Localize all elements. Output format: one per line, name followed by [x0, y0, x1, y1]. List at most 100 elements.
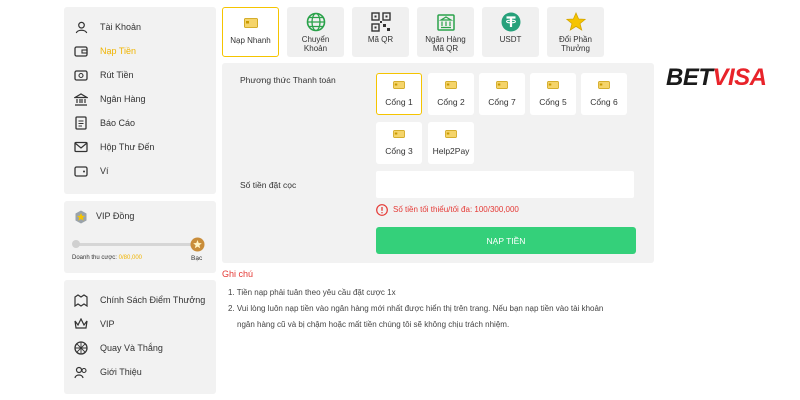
card-icon — [393, 130, 405, 138]
report-icon — [74, 116, 88, 130]
crown-icon — [74, 317, 88, 331]
amount-hint: Số tiền tối thiểu/tối đa: 100/300,000 — [376, 203, 519, 216]
gate-label: Cổng 2 — [437, 97, 465, 107]
deposit-submit-button[interactable]: NẠP TIỀN — [376, 227, 636, 254]
purse-icon — [74, 164, 88, 178]
amount-input[interactable] — [376, 171, 634, 198]
betvisa-logo: BETVISA — [666, 64, 767, 92]
tab-quick-deposit[interactable]: Nạp Nhanh — [222, 7, 279, 57]
menu-item-referral[interactable]: Giới Thiệu — [74, 361, 142, 383]
card-icon — [445, 130, 457, 138]
logo-part-bet: BET — [666, 64, 713, 91]
payment-method-label: Phương thức Thanh toán — [240, 75, 336, 85]
amount-hint-text: Số tiền tối thiểu/tối đa: 100/300,000 — [393, 204, 519, 214]
menu-item-account[interactable]: Tài Khoản — [74, 16, 141, 38]
tab-qr-code[interactable]: Mã QR — [352, 7, 409, 57]
note-item-1: 1. Tiền nạp phải tuân theo yêu cầu đặt c… — [228, 288, 396, 297]
menu-label: Giới Thiệu — [100, 367, 142, 377]
tab-label: Nạp Nhanh — [230, 36, 271, 45]
vip-revenue-value: 0/80,000 — [118, 255, 143, 261]
gate-label: Help2Pay — [432, 146, 470, 156]
menu-item-vip[interactable]: VIP — [74, 313, 115, 335]
menu-item-inbox[interactable]: Hộp Thư Đến — [74, 136, 154, 158]
menu-label: Báo Cáo — [100, 118, 136, 128]
menu-label: Nạp Tiền — [100, 46, 137, 56]
vip-revenue: Doanh thu cược: 0/80,000 — [72, 255, 142, 261]
menu-label: Tài Khoản — [100, 22, 142, 32]
tab-label: Mã QR — [367, 35, 394, 44]
logo-part-visa: VISA — [712, 64, 768, 91]
menu-label: Chính Sách Điểm Thưởng — [100, 295, 206, 305]
menu-item-report[interactable]: Báo Cáo — [74, 112, 135, 134]
withdraw-icon — [74, 68, 88, 82]
card-icon — [393, 81, 405, 89]
deposit-submit-label: NẠP TIỀN — [486, 235, 526, 246]
account-menu-panel: Tài Khoản Nạp Tiền Rút Tiền Ngân Hàng Bá… — [64, 7, 216, 194]
globe-icon — [306, 12, 326, 32]
error-icon — [376, 203, 388, 216]
policy-icon — [74, 293, 88, 307]
tab-redeem-reward[interactable]: Đổi Phần Thưởng — [547, 7, 604, 57]
gate-option-3[interactable]: Cổng 3 — [376, 122, 422, 164]
card-icon — [241, 13, 261, 33]
vip-progress-track — [74, 243, 198, 246]
bank-qr-icon — [436, 12, 456, 32]
amount-label: Số tiền đặt cọc — [240, 180, 297, 190]
star-icon — [565, 12, 586, 32]
tether-icon — [501, 12, 521, 32]
tab-label: Ngân Hàng Mã QR — [425, 35, 466, 53]
menu-item-spin-win[interactable]: Quay Và Thắng — [74, 337, 163, 359]
bank-icon — [74, 92, 88, 106]
card-icon — [445, 81, 457, 89]
gate-option-1[interactable]: Cổng 1 — [376, 73, 422, 115]
menu-label: Quay Và Thắng — [100, 343, 163, 353]
gate-option-help2pay[interactable]: Help2Pay — [428, 122, 474, 164]
card-icon — [496, 81, 508, 89]
menu-label: Rút Tiền — [100, 70, 134, 80]
tab-bank-qr[interactable]: Ngân Hàng Mã QR — [417, 7, 474, 57]
vip-level: VIP Đồng — [96, 211, 135, 221]
vip-progress-start-dot — [72, 240, 80, 248]
gate-label: Cổng 6 — [590, 97, 618, 107]
referral-icon — [74, 365, 88, 379]
card-icon — [598, 81, 610, 89]
card-icon — [547, 81, 559, 89]
gate-option-5[interactable]: Cổng 5 — [530, 73, 576, 115]
tab-label: Chuyển Khoản — [301, 35, 330, 53]
vip-panel: VIP Đồng Doanh thu cược: 0/80,000 Bạc — [64, 201, 216, 273]
user-icon — [74, 20, 88, 34]
inbox-icon — [74, 140, 88, 154]
menu-item-bank[interactable]: Ngân Hàng — [74, 88, 146, 110]
tab-transfer[interactable]: Chuyển Khoản — [287, 7, 344, 57]
gate-option-6[interactable]: Cổng 6 — [581, 73, 627, 115]
tab-label: USDT — [499, 35, 522, 44]
vip-badge-icon — [74, 210, 88, 224]
vip-next-level-icon — [190, 237, 205, 252]
menu-label: VIP — [100, 319, 115, 329]
gate-label: Cổng 1 — [385, 97, 413, 107]
tab-label: Đổi Phần Thưởng — [559, 35, 592, 53]
menu-item-reward-policy[interactable]: Chính Sách Điểm Thưởng — [74, 289, 205, 311]
note-item-2: 2. Vui lòng luôn nạp tiền vào ngân hàng … — [228, 304, 604, 313]
vip-revenue-label: Doanh thu cược: — [72, 255, 117, 261]
menu-label: Ví — [100, 166, 109, 176]
wheel-icon — [74, 341, 88, 355]
notes-title: Ghi chú — [222, 269, 254, 279]
deposit-form-panel: Phương thức Thanh toán Cổng 1 Cổng 2 Cổn… — [222, 63, 654, 263]
gate-label: Cổng 3 — [385, 146, 413, 156]
menu-item-purse[interactable]: Ví — [74, 160, 109, 182]
tab-usdt[interactable]: USDT — [482, 7, 539, 57]
menu-item-deposit[interactable]: Nạp Tiền — [74, 40, 136, 62]
wallet-icon — [74, 44, 88, 58]
gate-option-2[interactable]: Cổng 2 — [428, 73, 474, 115]
gate-label: Cổng 5 — [539, 97, 567, 107]
menu-label: Hộp Thư Đến — [100, 142, 155, 152]
note-item-2-cont: ngân hàng cũ và bị chậm hoặc mất tiền ch… — [237, 320, 510, 329]
vip-next-level: Bạc — [191, 255, 203, 262]
gate-label: Cổng 7 — [488, 97, 516, 107]
menu-label: Ngân Hàng — [100, 94, 146, 104]
gate-option-7[interactable]: Cổng 7 — [479, 73, 525, 115]
qr-icon — [370, 12, 391, 32]
extras-menu-panel: Chính Sách Điểm Thưởng VIP Quay Và Thắng… — [64, 280, 216, 394]
menu-item-withdraw[interactable]: Rút Tiền — [74, 64, 134, 86]
